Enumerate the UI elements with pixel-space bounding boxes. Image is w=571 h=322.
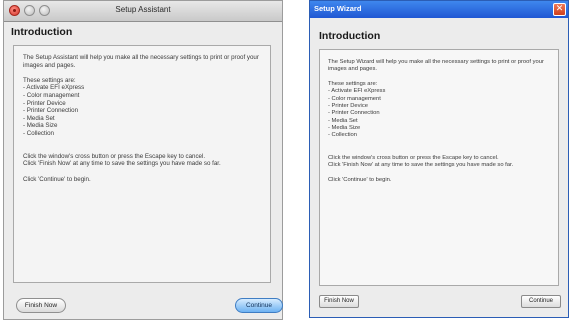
win-settings-heading: These settings are: [328, 81, 378, 88]
mac-settings-item: - Media Set [23, 114, 55, 122]
win-title-bar: Setup Wizard ✕ [310, 1, 568, 18]
mac-finish-instructions: Click 'Finish Now' at any time to save t… [23, 160, 221, 168]
mac-content-panel: The Setup Assistant will help you make a… [13, 45, 271, 283]
win-finish-instructions: Click 'Finish Now' at any time to save t… [328, 162, 514, 169]
mac-settings-item: - Printer Connection [23, 107, 79, 115]
mac-finish-now-button[interactable]: Finish Now [16, 298, 66, 313]
mac-settings-item: - Collection [23, 129, 54, 137]
win-cancel-instructions: Click the window's cross button or press… [328, 154, 499, 161]
win-continue-button[interactable]: Continue [521, 295, 561, 308]
win-content-panel: The Setup Wizard will help you make all … [319, 49, 559, 286]
mac-settings-item: - Color management [23, 91, 80, 99]
mac-settings-item: - Activate EFI eXpress [23, 84, 85, 92]
mac-continue-button[interactable]: Continue [235, 298, 283, 313]
mac-settings-item: - Printer Device [23, 99, 66, 107]
mac-setup-assistant-window: Setup Assistant Introduction The Setup A… [3, 0, 283, 320]
mac-intro-text: The Setup Assistant will help you make a… [23, 54, 259, 69]
win-finish-now-button[interactable]: Finish Now [319, 295, 359, 308]
win-page-title: Introduction [319, 30, 381, 42]
mac-settings-heading: These settings are: [23, 76, 76, 84]
mac-page-title: Introduction [11, 26, 73, 38]
mac-settings-item: - Media Size [23, 122, 58, 130]
mac-begin-instructions: Click 'Continue' to begin. [23, 175, 91, 183]
win-setup-wizard-window: Setup Wizard ✕ Introduction The Setup Wi… [309, 0, 569, 318]
win-begin-instructions: Click 'Continue' to begin. [328, 176, 392, 183]
win-settings-item: - Color management [328, 95, 381, 102]
win-settings-item: - Collection [328, 132, 357, 139]
mac-window-title: Setup Assistant [115, 5, 171, 14]
win-settings-item: - Printer Connection [328, 110, 380, 117]
win-settings-item: - Activate EFI eXpress [328, 88, 386, 95]
win-intro-text: The Setup Wizard will help you make all … [328, 59, 544, 73]
win-settings-item: - Media Set [328, 117, 358, 124]
mac-cancel-instructions: Click the window's cross button or press… [23, 152, 206, 160]
close-icon[interactable]: ✕ [553, 3, 566, 16]
win-settings-item: - Printer Device [328, 103, 368, 110]
win-settings-item: - Media Size [328, 124, 361, 131]
mac-title-bar: Setup Assistant [4, 1, 282, 22]
win-window-title: Setup Wizard [314, 4, 362, 13]
